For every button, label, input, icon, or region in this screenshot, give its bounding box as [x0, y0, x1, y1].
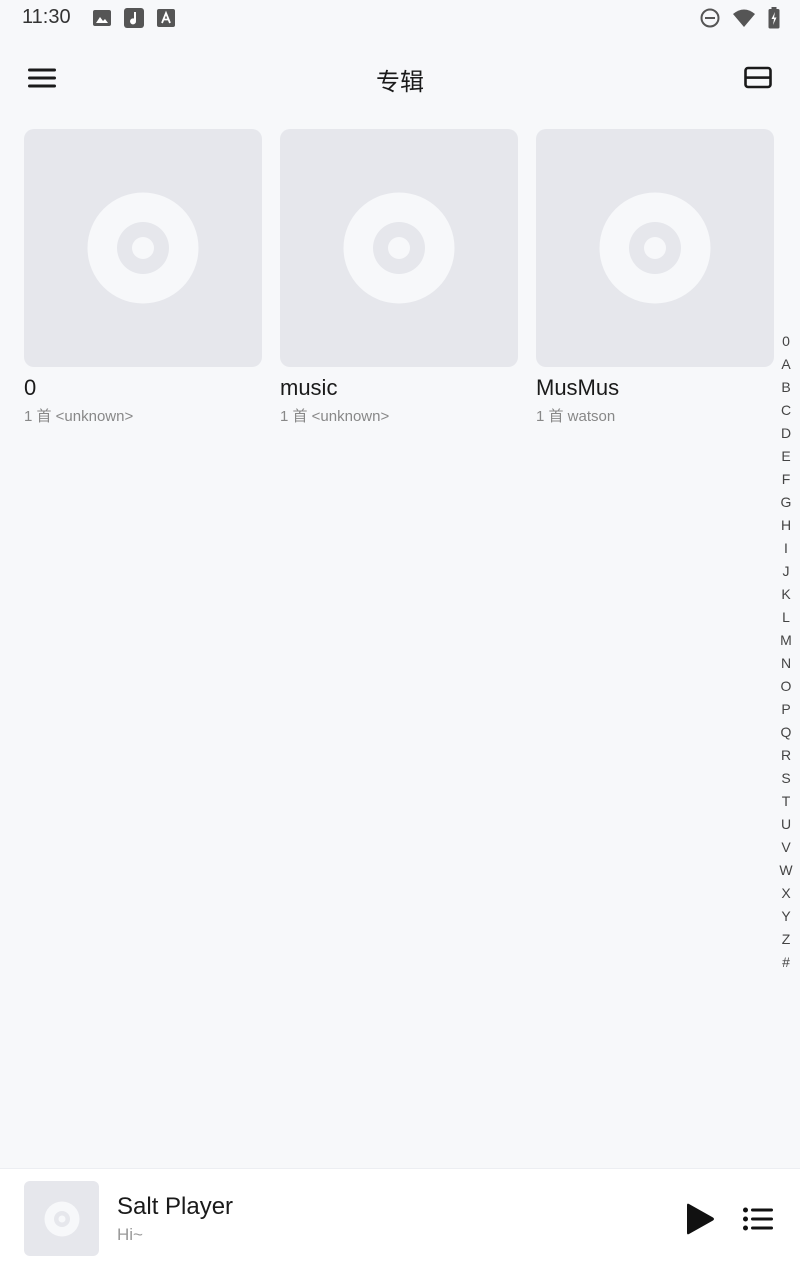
album-title: MusMus — [536, 375, 620, 400]
alphabet-index-letter[interactable]: K — [781, 583, 790, 606]
alphabet-index-letter[interactable]: N — [781, 652, 791, 675]
alphabet-index-letter[interactable]: 0 — [782, 330, 790, 353]
alphabet-index-letter[interactable]: B — [781, 376, 790, 399]
alphabet-index-letter[interactable]: A — [781, 353, 790, 376]
alphabet-index-letter[interactable]: # — [782, 951, 790, 974]
alphabet-index-letter[interactable]: G — [781, 491, 792, 514]
mini-player[interactable]: Salt Player Hi~ — [0, 1168, 800, 1280]
play-icon — [687, 1203, 714, 1235]
album-title: music — [280, 375, 338, 400]
system-icons — [700, 7, 780, 29]
alphabet-index-letter[interactable]: J — [783, 560, 790, 583]
now-playing-subtitle: Hi~ — [117, 1225, 143, 1244]
font-app-icon — [157, 9, 175, 27]
album-cover — [24, 129, 262, 367]
play-button[interactable] — [676, 1195, 724, 1243]
alphabet-index-letter[interactable]: X — [781, 882, 790, 905]
disc-icon — [599, 192, 711, 304]
disc-icon — [87, 192, 199, 304]
alphabet-index-letter[interactable]: E — [781, 445, 790, 468]
album-title: 0 — [24, 375, 37, 400]
alphabet-index-letter[interactable]: F — [782, 468, 791, 491]
album-card[interactable]: 0 1 首 <unknown> — [24, 129, 262, 426]
playlist-queue-icon — [743, 1207, 773, 1231]
alphabet-index-letter[interactable]: R — [781, 744, 791, 767]
image-icon — [93, 10, 111, 26]
menu-button[interactable] — [20, 58, 64, 98]
alphabet-index-letter[interactable]: C — [781, 399, 791, 422]
disc-icon — [44, 1201, 79, 1236]
alphabet-index-letter[interactable]: W — [779, 859, 792, 882]
album-subtitle: 1 首 <unknown> — [280, 408, 390, 425]
music-app-icon — [124, 8, 144, 28]
alphabet-index[interactable]: 0 A B C D E F G H I J K L M N O P Q R S T U V W X Y Z # — [778, 330, 794, 974]
now-playing-cover[interactable] — [24, 1181, 99, 1256]
alphabet-index-letter[interactable]: L — [782, 606, 790, 629]
album-card[interactable]: music 1 首 <unknown> — [280, 129, 518, 426]
alphabet-index-letter[interactable]: I — [784, 537, 788, 560]
alphabet-index-letter[interactable]: Q — [781, 721, 792, 744]
album-cover — [280, 129, 518, 367]
alphabet-index-letter[interactable]: M — [780, 629, 792, 652]
wifi-icon — [733, 9, 755, 27]
now-playing-title: Salt Player — [117, 1193, 234, 1220]
alphabet-index-letter[interactable]: T — [782, 790, 791, 813]
notification-icons — [92, 8, 176, 28]
page-title: 专辑 — [376, 68, 424, 96]
hamburger-menu-icon — [28, 68, 56, 88]
alphabet-index-letter[interactable]: O — [781, 675, 792, 698]
alphabet-index-letter[interactable]: V — [781, 836, 790, 859]
alphabet-index-letter[interactable]: S — [781, 767, 790, 790]
status-time: 11:30 — [22, 6, 71, 28]
layout-toggle-icon — [744, 66, 772, 89]
album-grid: 0 1 首 <unknown> music 1 首 <unknown> MusM… — [24, 129, 776, 426]
layout-toggle-button[interactable] — [736, 58, 780, 98]
app-root: 11:30 专辑 0 1 首 <unknown> music 1 首 <unkn… — [0, 0, 800, 1280]
disc-icon — [343, 192, 455, 304]
alphabet-index-letter[interactable]: U — [781, 813, 791, 836]
alphabet-index-letter[interactable]: D — [781, 422, 791, 445]
alphabet-index-letter[interactable]: Y — [781, 905, 790, 928]
status-bar: 11:30 — [0, 0, 800, 38]
battery-charging-icon — [768, 7, 780, 29]
album-subtitle: 1 首 <unknown> — [24, 408, 134, 425]
album-cover — [536, 129, 774, 367]
alphabet-index-letter[interactable]: H — [781, 514, 791, 537]
alphabet-index-letter[interactable]: Z — [782, 928, 791, 951]
do-not-disturb-icon — [700, 8, 720, 28]
alphabet-index-letter[interactable]: P — [781, 698, 790, 721]
playlist-queue-button[interactable] — [736, 1195, 780, 1243]
top-app-bar: 专辑 — [0, 48, 800, 108]
album-subtitle: 1 首 watson — [536, 408, 616, 425]
album-card[interactable]: MusMus 1 首 watson — [536, 129, 774, 426]
